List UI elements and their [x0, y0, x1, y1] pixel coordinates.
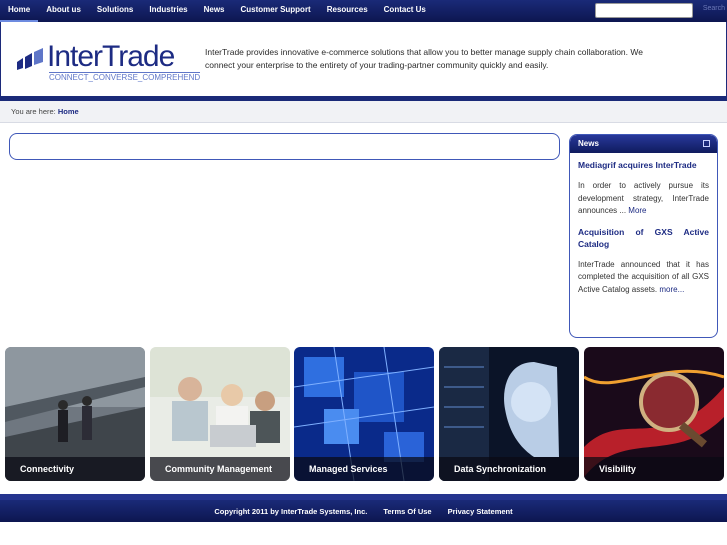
- feature-tiles: Connectivity Community Management Manage…: [0, 347, 727, 482]
- nav-contact-us[interactable]: Contact Us: [376, 0, 434, 22]
- news-heading: News: [578, 139, 599, 148]
- tile-data-synchronization[interactable]: Data Synchronization: [439, 347, 579, 481]
- copyright-text: Copyright 2011 by InterTrade Systems, In…: [214, 506, 368, 516]
- collapse-icon[interactable]: [703, 140, 710, 147]
- terms-of-use-link[interactable]: Terms Of Use: [375, 507, 439, 516]
- nav-customer-support[interactable]: Customer Support: [233, 0, 319, 22]
- top-navigation: Home About us Solutions Industries News …: [0, 0, 727, 22]
- news-item-summary: InterTrade announced that it has complet…: [578, 259, 709, 294]
- breadcrumb: You are here: Home: [0, 101, 727, 123]
- nav-about-us[interactable]: About us: [38, 0, 89, 22]
- tile-label: Visibility: [584, 457, 724, 481]
- privacy-statement-link[interactable]: Privacy Statement: [440, 507, 521, 516]
- nav-industries[interactable]: Industries: [141, 0, 195, 22]
- site-header: InterTrade CONNECT_CONVERSE_COMPREHEND I…: [0, 22, 727, 100]
- search-label[interactable]: Search: [703, 5, 725, 12]
- logo-tagline: CONNECT_CONVERSE_COMPREHEND: [49, 72, 201, 82]
- tile-label: Connectivity: [5, 457, 145, 481]
- tile-label: Managed Services: [294, 457, 434, 481]
- news-more-link[interactable]: more...: [659, 285, 684, 294]
- tile-label: Community Management: [150, 457, 290, 481]
- tile-visibility[interactable]: Visibility: [584, 347, 724, 481]
- header-blurb: InterTrade provides innovative e-commerc…: [205, 47, 643, 70]
- intertrade-logo[interactable]: InterTrade CONNECT_CONVERSE_COMPREHEND: [15, 40, 201, 84]
- nav-solutions[interactable]: Solutions: [89, 0, 141, 22]
- news-item-title[interactable]: Acquisition of GXS Active Catalog: [578, 226, 709, 250]
- news-body: Mediagrif acquires InterTrade In order t…: [570, 153, 717, 296]
- search-input[interactable]: [595, 3, 693, 18]
- footer: Copyright 2011 by InterTrade Systems, In…: [0, 500, 727, 522]
- news-item-title[interactable]: Mediagrif acquires InterTrade: [578, 159, 709, 171]
- nav-home[interactable]: Home: [0, 0, 39, 22]
- tile-managed-services[interactable]: Managed Services: [294, 347, 434, 481]
- breadcrumb-home-link[interactable]: Home: [58, 107, 79, 116]
- tile-connectivity[interactable]: Connectivity: [5, 347, 145, 481]
- nav-news[interactable]: News: [196, 0, 233, 22]
- content-box: [9, 133, 560, 160]
- news-header: News: [570, 135, 717, 153]
- tile-community-management[interactable]: Community Management: [150, 347, 290, 481]
- logo-mark-icon: [17, 48, 43, 70]
- news-panel: News Mediagrif acquires InterTrade In or…: [569, 134, 718, 338]
- news-more-link[interactable]: More: [628, 206, 646, 215]
- breadcrumb-prefix: You are here:: [11, 107, 56, 116]
- news-item-text: InterTrade announced that it has complet…: [578, 259, 709, 297]
- news-item-text: In order to actively pursue its developm…: [578, 180, 709, 218]
- logo-text: InterTrade: [47, 40, 175, 73]
- tile-label: Data Synchronization: [439, 457, 579, 481]
- nav-resources[interactable]: Resources: [319, 0, 376, 22]
